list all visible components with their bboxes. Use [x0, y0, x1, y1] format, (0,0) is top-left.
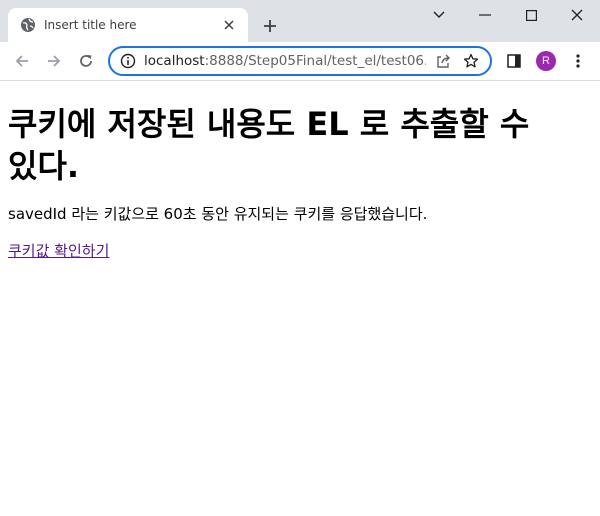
globe-icon	[20, 17, 36, 33]
reload-icon	[80, 55, 92, 67]
url-host: localhost	[144, 53, 205, 69]
forward-button[interactable]	[42, 49, 66, 73]
minimize-icon	[479, 14, 491, 16]
more-vert-icon	[576, 54, 580, 68]
page-content: 쿠키에 저장된 내용도 EL 로 추출할 수 있다. savedId 라는 키값…	[0, 103, 600, 261]
menu-button[interactable]	[566, 49, 590, 73]
browser-tab[interactable]: Insert title here	[8, 8, 248, 42]
close-icon	[571, 9, 583, 21]
maximize-icon	[525, 9, 537, 21]
close-icon[interactable]	[220, 16, 238, 34]
info-icon[interactable]	[120, 53, 136, 69]
description-text: savedId 라는 키값으로 60초 동안 유지되는 쿠키를 응답했습니다.	[8, 205, 428, 223]
tab-strip: Insert title here	[0, 0, 600, 42]
window-close-button[interactable]	[554, 0, 600, 30]
maximize-button[interactable]	[508, 0, 554, 30]
star-icon[interactable]	[460, 50, 482, 72]
plus-icon	[264, 20, 276, 32]
url-path: :8888/Step05Final/test_el/test06.jsp	[204, 53, 426, 69]
page-title: 쿠키에 저장된 내용도 EL 로 추출할 수 있다.	[8, 105, 530, 185]
back-button[interactable]	[10, 49, 34, 73]
browser-toolbar: localhost:8888/Step05Final/test_el/test0…	[0, 42, 600, 81]
arrow-left-icon	[15, 55, 28, 67]
chevron-down-icon	[433, 11, 445, 18]
tab-title: Insert title here	[44, 18, 137, 32]
url-text[interactable]: localhost:8888/Step05Final/test_el/test0…	[144, 53, 426, 69]
tab-search-button[interactable]	[416, 0, 462, 30]
check-cookie-link[interactable]: 쿠키값 확인하기	[8, 240, 109, 261]
side-panel-icon	[507, 54, 521, 68]
side-panel-button[interactable]	[502, 49, 526, 73]
share-icon[interactable]	[432, 50, 454, 72]
reload-button[interactable]	[74, 49, 98, 73]
minimize-button[interactable]	[462, 0, 508, 30]
new-tab-button[interactable]	[258, 14, 282, 38]
avatar: R	[536, 51, 556, 71]
profile-button[interactable]: R	[534, 49, 558, 73]
address-bar[interactable]: localhost:8888/Step05Final/test_el/test0…	[108, 46, 492, 76]
arrow-right-icon	[48, 55, 61, 67]
